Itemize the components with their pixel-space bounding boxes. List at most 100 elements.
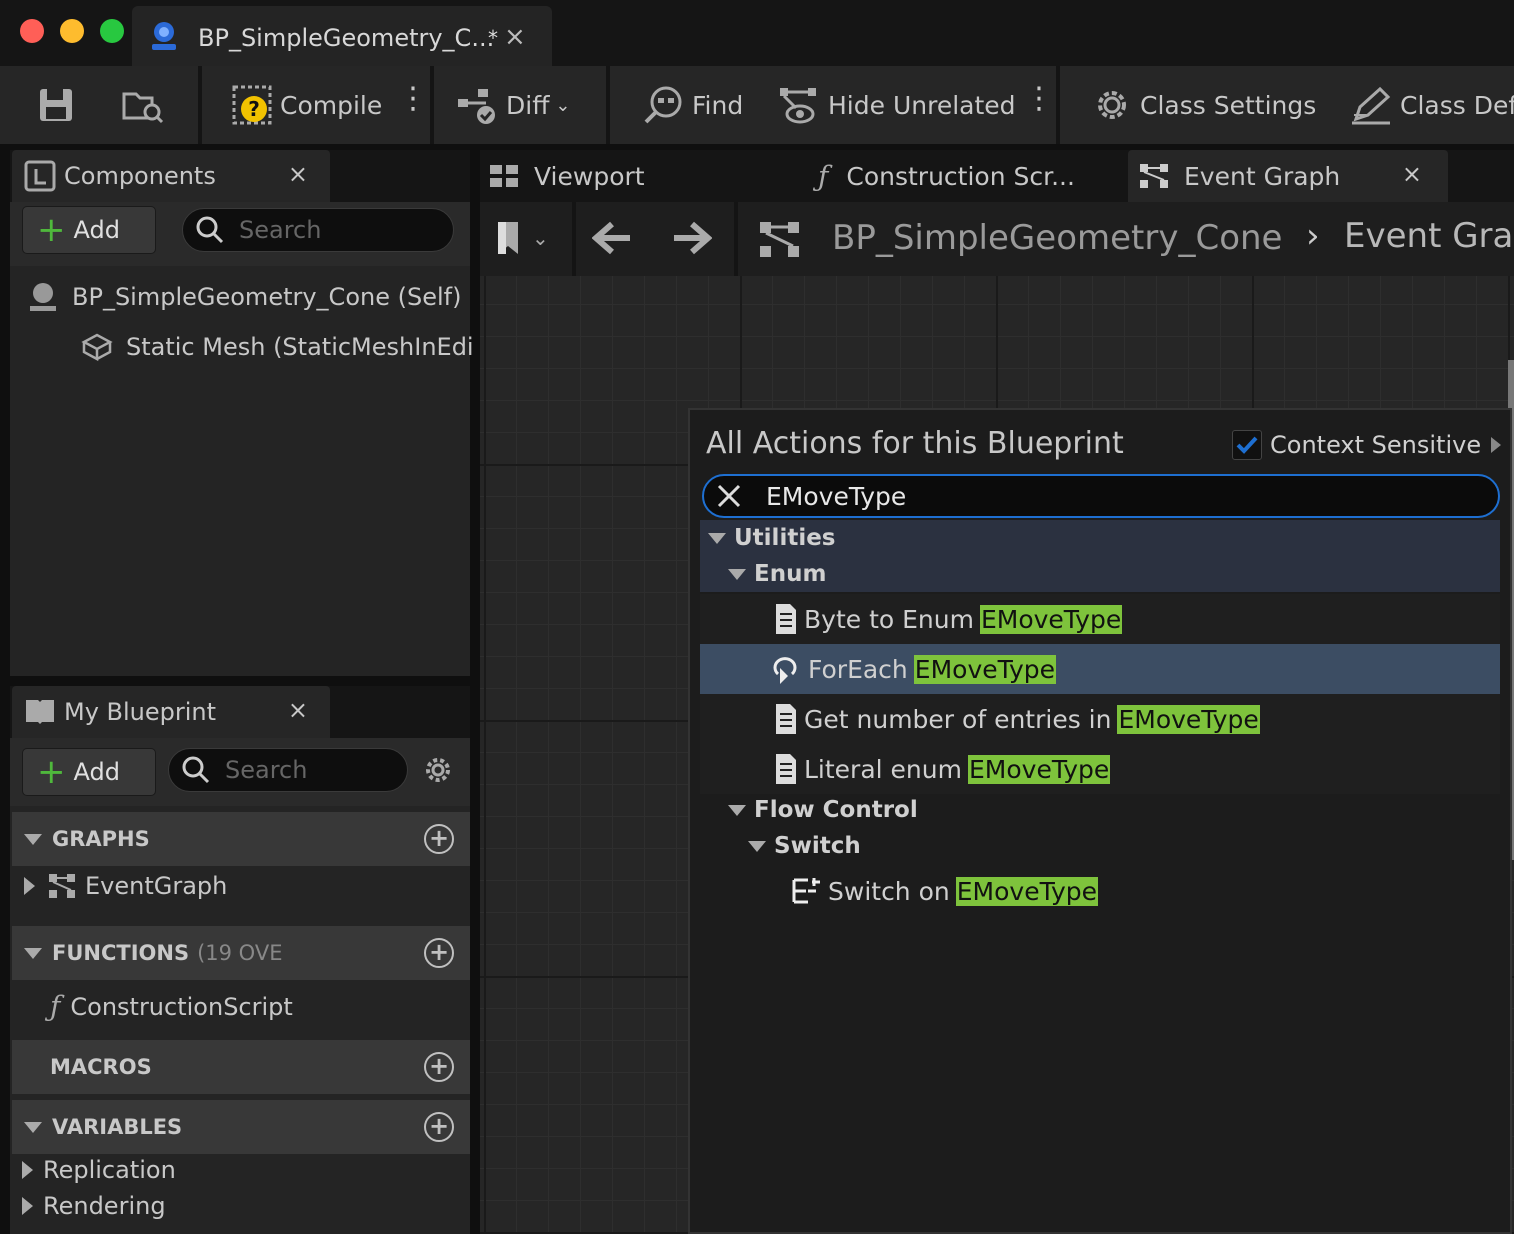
close-tab-icon[interactable]: × — [504, 22, 526, 52]
category-flow-control[interactable]: Flow Control — [700, 792, 1500, 828]
action-get-number-of-entries[interactable]: Get number of entries in EMoveType — [700, 694, 1500, 744]
add-member-button[interactable]: + Add — [22, 748, 156, 796]
close-window-button[interactable] — [20, 19, 44, 43]
document-list-icon — [776, 604, 796, 634]
hide-unrelated-button[interactable]: Hide Unrelated — [778, 66, 1016, 144]
search-match-highlight: EMoveType — [967, 754, 1111, 784]
hide-unrelated-options-icon[interactable]: ⋮ — [1024, 84, 1054, 114]
compile-label: Compile — [280, 90, 383, 120]
action-switch-on[interactable]: Switch on EMoveType — [700, 866, 1500, 916]
close-components-icon[interactable]: × — [288, 160, 308, 188]
action-search-input[interactable]: EMoveType — [702, 474, 1500, 518]
class-settings-label: Class Settings — [1140, 90, 1317, 120]
my-blueprint-panel: My Blueprint × + Add Search GRAPHS + Eve… — [10, 686, 470, 1234]
graphs-section[interactable]: GRAPHS + — [12, 812, 470, 866]
actor-icon — [30, 283, 56, 311]
search-match-highlight: EMoveType — [913, 654, 1057, 684]
macros-label: MACROS — [50, 1055, 152, 1079]
search-icon — [182, 756, 210, 784]
breadcrumb-separator-icon: › — [1306, 216, 1320, 256]
add-function-icon[interactable]: + — [424, 938, 454, 968]
settings-gear-icon[interactable] — [422, 754, 454, 790]
components-tab[interactable]: Components × — [12, 150, 330, 202]
book-icon — [24, 696, 56, 730]
component-child-label: Static Mesh (StaticMeshInEdi — [126, 333, 474, 361]
add-graph-icon[interactable]: + — [424, 824, 454, 854]
event-graph-icon — [1140, 164, 1168, 188]
add-component-button[interactable]: + Add — [22, 206, 156, 254]
rendering-category[interactable]: Rendering — [10, 1192, 166, 1220]
clear-search-icon[interactable] — [716, 483, 742, 513]
variables-label: VARIABLES — [52, 1115, 183, 1139]
back-arrow-icon[interactable] — [591, 220, 634, 260]
class-settings-button[interactable]: Class Settings — [1092, 66, 1316, 144]
bookmark-icon — [498, 222, 518, 254]
my-blueprint-search-placeholder: Search — [225, 756, 308, 784]
browse-button[interactable] — [120, 66, 174, 144]
function-icon: ƒ — [818, 159, 829, 193]
action-menu-popup: All Actions for this Blueprint Context S… — [688, 408, 1512, 1234]
find-label: Find — [692, 90, 744, 120]
component-root-item[interactable]: BP_SimpleGeometry_Cone (Self) — [26, 280, 461, 314]
static-mesh-icon — [81, 333, 113, 362]
my-blueprint-tab[interactable]: My Blueprint × — [12, 686, 330, 738]
add-variable-icon[interactable]: + — [424, 1112, 454, 1142]
macros-section[interactable]: MACROS + — [12, 1040, 470, 1094]
action-byte-to-enum-label: Byte to Enum — [804, 604, 974, 634]
context-sensitive-toggle[interactable]: Context Sensitive — [1232, 430, 1502, 460]
blueprint-icon — [146, 18, 182, 58]
document-tab[interactable]: BP_SimpleGeometry_C... * × — [132, 6, 552, 66]
switch-icon — [792, 878, 820, 904]
plus-icon: + — [37, 752, 66, 792]
diff-icon — [458, 89, 495, 124]
minimize-window-button[interactable] — [60, 19, 84, 43]
expand-icon — [22, 1197, 33, 1215]
category-utilities[interactable]: Utilities — [700, 520, 1500, 556]
graph-type-icon — [758, 220, 802, 264]
bookmark-button[interactable]: ⌄ — [494, 220, 549, 256]
forward-arrow-icon[interactable] — [670, 220, 713, 260]
checkbox-checked-icon[interactable] — [1232, 430, 1262, 460]
breadcrumb-blueprint[interactable]: BP_SimpleGeometry_Cone — [832, 218, 1282, 258]
my-blueprint-search-input[interactable]: Search — [168, 748, 408, 792]
collapse-icon — [24, 833, 42, 845]
action-foreach[interactable]: ForEach EMoveType — [700, 644, 1500, 694]
construction-script-item[interactable]: ƒ ConstructionScript — [50, 990, 293, 1023]
save-button[interactable] — [36, 66, 84, 144]
diff-button[interactable]: Diff ⌄ — [456, 66, 571, 144]
components-title: Components — [64, 162, 216, 190]
action-literal-enum[interactable]: Literal enum EMoveType — [700, 744, 1500, 794]
component-child-item[interactable]: Static Mesh (StaticMeshInEdi — [80, 330, 474, 364]
collapse-icon — [748, 840, 766, 852]
replication-category[interactable]: Replication — [10, 1156, 176, 1184]
close-event-graph-icon[interactable]: × — [1402, 160, 1422, 188]
class-defaults-button[interactable]: Class Defa — [1350, 66, 1514, 144]
components-search-input[interactable]: Search — [182, 208, 454, 252]
component-root-label: BP_SimpleGeometry_Cone (Self) — [72, 283, 462, 311]
document-list-icon — [776, 754, 796, 784]
category-enum[interactable]: Enum — [700, 556, 1500, 592]
components-icon — [24, 160, 56, 196]
compile-options-icon[interactable]: ⋮ — [398, 84, 428, 114]
variables-section[interactable]: VARIABLES + — [12, 1100, 470, 1154]
find-button[interactable]: Find — [642, 66, 743, 144]
search-match-highlight: EMoveType — [955, 876, 1099, 906]
functions-section[interactable]: FUNCTIONS (19 OVE + — [12, 926, 470, 980]
tab-construction-script[interactable]: ƒ Construction Scr... — [818, 150, 1075, 202]
tab-viewport[interactable]: Viewport — [488, 150, 645, 202]
expand-right-icon — [1491, 437, 1502, 453]
close-my-blueprint-icon[interactable]: × — [288, 696, 308, 724]
zoom-window-button[interactable] — [100, 19, 124, 43]
collapse-icon — [728, 568, 746, 580]
action-byte-to-enum[interactable]: Byte to Enum EMoveType — [700, 594, 1500, 644]
construction-script-label: ConstructionScript — [70, 992, 293, 1021]
browse-icon — [122, 92, 164, 124]
compile-button[interactable]: ? Compile — [232, 66, 382, 144]
eventgraph-item[interactable]: EventGraph — [10, 872, 227, 900]
tab-event-graph[interactable]: Event Graph × — [1128, 150, 1448, 202]
hide-unrelated-icon — [780, 88, 816, 124]
svg-text:?: ? — [248, 97, 260, 121]
category-switch[interactable]: Switch — [700, 828, 1500, 864]
breadcrumb-graph[interactable]: Event Gra — [1344, 216, 1513, 256]
add-macro-icon[interactable]: + — [424, 1052, 454, 1082]
